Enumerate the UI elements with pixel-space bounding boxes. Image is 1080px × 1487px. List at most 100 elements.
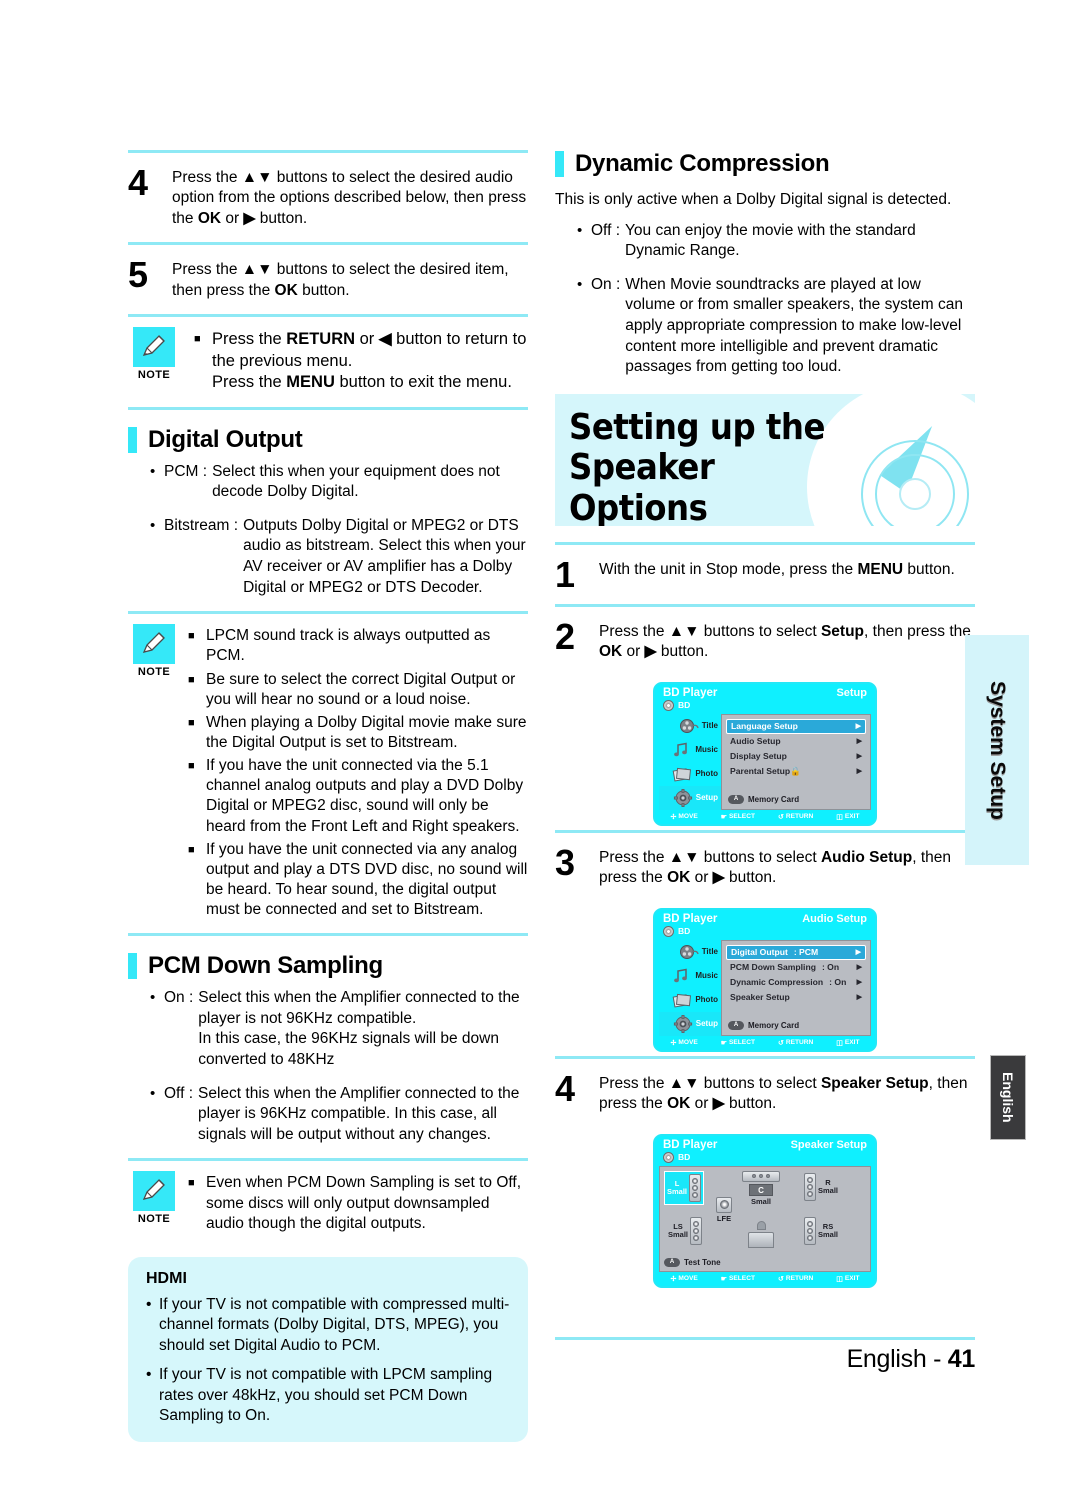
section-accent-bar	[128, 953, 137, 980]
note-block-2: NOTE ■ LPCM sound track is always output…	[128, 614, 528, 933]
bullet-icon: ■	[188, 843, 195, 856]
osd-screenshot-audio-wrapper: BD Player Audio Setup BD Title Music Pho…	[555, 902, 975, 1056]
osd-menu-row[interactable]: Parental Setup🔒 ▶	[726, 764, 866, 779]
bullet-icon: ■	[188, 673, 195, 686]
osd-sidebar-item-music[interactable]: Music	[659, 738, 721, 762]
bullet-icon: •	[577, 275, 583, 293]
speaker-tower-icon	[690, 1216, 703, 1245]
osd-sidebar-item-music[interactable]: Music	[659, 964, 721, 988]
hdmi-title: HDMI	[146, 1269, 187, 1287]
list-item: • Off : You can enjoy the movie with the…	[577, 221, 975, 262]
note-text: If you have the unit connected via any a…	[206, 840, 528, 919]
osd-menu-value: : On	[829, 977, 847, 988]
pencil-icon	[133, 1171, 175, 1212]
exit-icon: ◫	[836, 1039, 843, 1047]
osd-memory-card-row[interactable]: A Memory Card	[726, 1018, 866, 1031]
osd-sidebar-label: Setup	[695, 1019, 718, 1029]
hdmi-item: • If your TV is not compatible with comp…	[146, 1295, 510, 1356]
osd-footer-label: SELECT	[728, 813, 755, 821]
osd-body: Title Music	[655, 939, 875, 1036]
section-pcm-down-sampling: PCM Down Sampling	[128, 936, 528, 988]
term: On :	[591, 275, 621, 293]
speaker-center[interactable]: C Small	[742, 1170, 780, 1206]
hdmi-callout-box: HDMI • If your TV is not compatible with…	[128, 1256, 528, 1442]
dynamic-compression-list: • Off : You can enjoy the movie with the…	[555, 221, 975, 378]
osd-screen-title: Speaker Setup	[790, 1138, 867, 1151]
return-icon: ↺	[777, 813, 784, 821]
step-number: 5	[128, 254, 148, 296]
osd-menu-row[interactable]: PCM Down Sampling : On ▶	[726, 960, 866, 975]
osd-memory-card-label: Memory Card	[748, 1020, 800, 1030]
speaker-layout-grid: L Small LFE C Small R Small LS Small RS …	[664, 1170, 866, 1255]
note-text: If you have the unit connected via the 5…	[206, 757, 524, 835]
disc-icon	[663, 1151, 674, 1163]
note-item: ■ Press the RETURN or ◀ button to return…	[194, 329, 528, 393]
osd-sidebar-item-setup[interactable]: Setup	[659, 1011, 721, 1036]
osd-screen-audio-setup: BD Player Audio Setup BD Title Music Pho…	[653, 907, 877, 1052]
note-label: NOTE	[137, 369, 171, 382]
speaker-surround-left[interactable]: LS Small	[668, 1216, 703, 1245]
term: On :	[164, 989, 194, 1007]
osd-test-tone-row[interactable]: A Test Tone	[664, 1255, 866, 1267]
osd-footer-label: SELECT	[728, 1275, 755, 1283]
osd-sidebar-label: Title	[701, 721, 718, 731]
return-icon: ↺	[777, 1039, 784, 1047]
osd-device-title: BD Player	[663, 686, 718, 699]
speaker-front-left[interactable]: L Small	[664, 1170, 705, 1205]
osd-sidebar-label: Setup	[695, 793, 718, 803]
osd-menu-row[interactable]: Language Setup ▶	[726, 718, 866, 734]
osd-screenshot-setup-wrapper: BD Player Setup BD Title Music Photo Set…	[555, 676, 975, 830]
osd-disc-row: BD	[655, 925, 875, 940]
pencil-icon	[133, 327, 175, 368]
osd-memory-card-row[interactable]: A Memory Card	[726, 792, 866, 805]
description: You can enjoy the movie with the standar…	[625, 221, 916, 260]
speaker-lfe[interactable]: LFE	[716, 1196, 732, 1223]
osd-screenshot-speaker-wrapper: BD Player Speaker Setup BD L Small LFE C…	[555, 1128, 975, 1292]
description: Select this when the Amplifier connected…	[198, 989, 520, 1069]
chapter-title: Setting up the Speaker Options	[555, 394, 975, 526]
osd-body: Title Music	[655, 713, 875, 810]
lfe-speaker-icon	[716, 1196, 732, 1213]
osd-menu-label: Language Setup	[731, 721, 798, 732]
osd-sidebar-item-photo[interactable]: Photo	[659, 988, 721, 1012]
step-text: Press the ▲▼ buttons to select the desir…	[172, 169, 527, 227]
osd-menu-row[interactable]: Dynamic Compression : On ▶	[726, 975, 866, 990]
speaker-surround-right[interactable]: RS Small	[804, 1216, 839, 1245]
osd-sidebar-item-title[interactable]: Title	[659, 714, 721, 738]
osd-menu-row[interactable]: Digital Output : PCM ▶	[726, 944, 866, 960]
section-accent-bar	[128, 426, 137, 453]
gear-icon	[673, 1014, 693, 1033]
speaker-label: RS Small	[818, 1221, 839, 1239]
note-badge: NOTE	[128, 327, 180, 381]
chapter-title-line-2: Options	[569, 487, 708, 526]
a-button-icon: A	[728, 794, 744, 804]
osd-menu-row[interactable]: Display Setup ▶	[726, 749, 866, 764]
osd-sidebar-item-photo[interactable]: Photo	[659, 762, 721, 786]
section-dynamic-compression: Dynamic Compression	[555, 150, 975, 186]
note-items: ■ LPCM sound track is always outputted a…	[180, 624, 528, 923]
subwoofer-top-icon	[756, 1220, 766, 1230]
note-item: ■ Even when PCM Down Sampling is set to …	[188, 1173, 528, 1233]
music-note-icon	[672, 741, 692, 759]
osd-sidebar-label: Photo	[695, 769, 718, 779]
osd-footer-label: SELECT	[728, 1039, 755, 1047]
note-text: Be sure to select the correct Digital Ou…	[206, 670, 516, 708]
a-button-icon: A	[664, 1257, 680, 1267]
osd-menu-row[interactable]: Audio Setup ▶	[726, 734, 866, 749]
speaker-subwoofer[interactable]	[748, 1220, 774, 1248]
osd-sidebar-item-setup[interactable]: Setup	[659, 785, 721, 810]
osd-disc-label: BD	[678, 926, 691, 937]
step-number: 2	[555, 615, 575, 657]
speaker-front-right[interactable]: R Small	[804, 1172, 838, 1201]
note-item: ■ If you have the unit connected via any…	[188, 840, 528, 921]
list-item: • On : When Movie soundtracks are played…	[577, 275, 975, 378]
note-block-1: NOTE ■ Press the RETURN or ◀ button to r…	[128, 317, 528, 406]
note-text: When playing a Dolby Digital movie make …	[206, 713, 527, 751]
note-text: Even when PCM Down Sampling is set to Of…	[206, 1174, 522, 1232]
step-number: 4	[128, 162, 148, 203]
section-title: PCM Down Sampling	[148, 952, 383, 980]
osd-menu-row[interactable]: Speaker Setup ▶	[726, 990, 866, 1005]
osd-disc-row: BD	[655, 1151, 875, 1166]
description: Select this when your equipment does not…	[212, 462, 500, 501]
osd-sidebar-item-title[interactable]: Title	[659, 940, 721, 964]
